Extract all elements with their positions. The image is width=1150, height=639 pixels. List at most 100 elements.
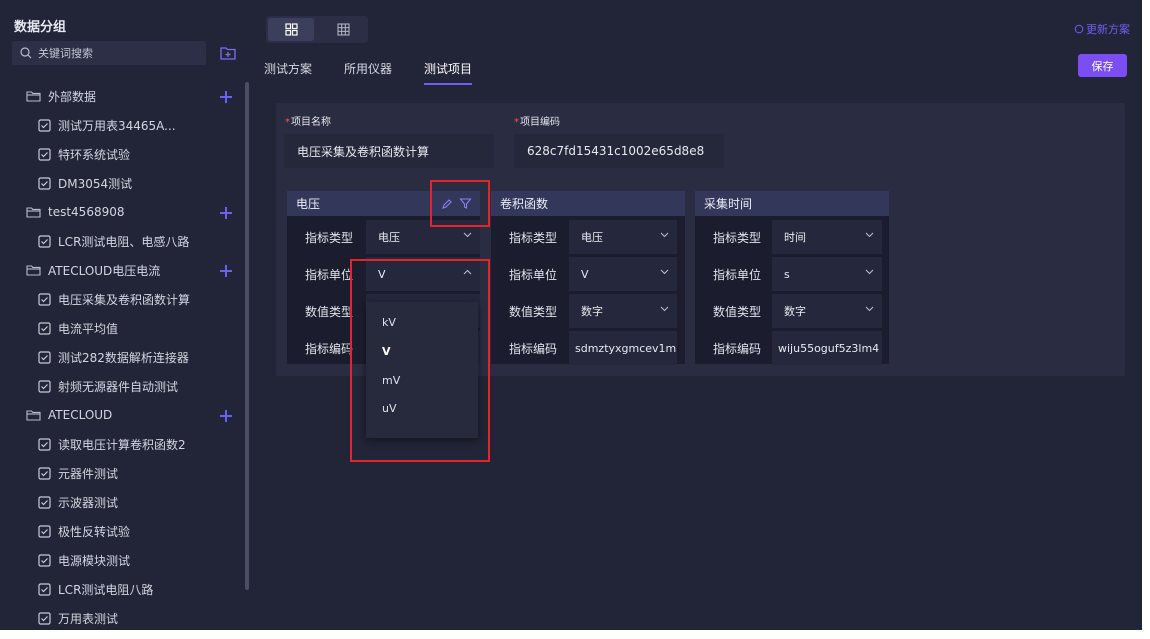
metric-card-time: 采集时间 指标类型 时间 指标单位 s 数值类型 数字 指标编码 wiju55o… (695, 191, 889, 365)
update-plan-link[interactable]: 更新方案 (1074, 21, 1130, 37)
tree-label: 电压采集及卷积函数计算 (58, 292, 191, 307)
window-bottom-edge (0, 630, 1142, 639)
sidebar-title: 数据分组 (14, 20, 67, 35)
tree-item[interactable]: 射频无源器件自动测试 (38, 375, 178, 397)
tree-item[interactable]: 元器件测试 (38, 462, 118, 484)
card-header: 卷积函数 (491, 191, 685, 216)
project-code-label: *项目编码 (514, 117, 560, 128)
tree-item[interactable]: 示波器测试 (38, 491, 118, 513)
tree-item[interactable]: DM3054测试 (38, 172, 132, 194)
metric-code-field[interactable]: sdmztyxgmcev1m (569, 331, 677, 365)
tree-item[interactable]: 电源模块测试 (38, 549, 130, 571)
checklist-icon (38, 553, 51, 567)
tab-test-items[interactable]: 测试项目 (424, 60, 473, 85)
tab-label: 测试项目 (424, 62, 473, 76)
search-box[interactable] (12, 41, 206, 65)
row-label: 数值类型 (713, 305, 762, 319)
row-label: 指标单位 (713, 268, 762, 282)
card-title: 采集时间 (704, 197, 753, 211)
add-item-icon[interactable] (219, 263, 233, 277)
filter-icon[interactable] (459, 197, 472, 210)
add-item-icon[interactable] (219, 408, 233, 422)
checklist-icon (38, 147, 51, 161)
dropdown-option-uv[interactable]: uV (382, 402, 397, 415)
folder-icon (26, 410, 41, 421)
tree-item[interactable]: 读取电压计算卷积函数2 (38, 433, 186, 455)
checklist-icon (38, 292, 51, 306)
chevron-down-icon (865, 232, 874, 238)
tree-item[interactable]: 电流平均值 (38, 317, 118, 339)
tree-folder[interactable]: 外部数据 (26, 85, 96, 107)
metric-code-field[interactable]: wiju55oguf5z3lm4 (772, 331, 882, 365)
chevron-down-icon (865, 306, 874, 312)
tree-item[interactable]: 测试万用表34465A... (38, 114, 176, 136)
tree-label: 电流平均值 (58, 321, 119, 336)
folder-icon (26, 207, 41, 218)
metric-type-select[interactable]: 电压 (569, 220, 677, 254)
metric-type-select[interactable]: 电压 (366, 220, 480, 254)
tree-item[interactable]: 极性反转试验 (38, 520, 130, 542)
tree-folder[interactable]: test4568908 (26, 201, 125, 223)
chevron-down-icon (463, 232, 472, 238)
project-name-label: *项目名称 (285, 117, 331, 128)
checklist-icon (38, 524, 51, 538)
card-header: 电压 (287, 191, 480, 216)
row-label: 指标编码 (305, 342, 354, 356)
metric-unit-select[interactable]: s (772, 257, 882, 291)
tree-folder[interactable]: ATECLOUD (26, 404, 112, 426)
tree-item[interactable]: 测试282数据解析连接器 (38, 346, 189, 368)
tree-item[interactable]: 特环系统试验 (38, 143, 130, 165)
checklist-icon (38, 321, 51, 335)
view-toggle (266, 16, 368, 43)
tree-item[interactable]: LCR测试电阻八路 (38, 578, 153, 600)
card-view-button[interactable] (268, 18, 314, 41)
tab-bar: 测试方案 所用仪器 测试项目 (264, 60, 504, 85)
unit-dropdown: kV V mV uV (366, 302, 478, 438)
dropdown-option-v[interactable]: V (382, 345, 391, 358)
dropdown-option-mv[interactable]: mV (382, 374, 400, 387)
tree-folder[interactable]: ATECLOUD电压电流 (26, 259, 160, 281)
card-row: 指标编码 wiju55oguf5z3lm4 (695, 331, 889, 365)
folder-icon (26, 265, 41, 276)
edit-icon[interactable] (441, 198, 453, 210)
tree-item[interactable]: 万用表测试 (38, 607, 118, 629)
tree-label: 射频无源器件自动测试 (58, 379, 179, 394)
refresh-icon (1074, 24, 1084, 34)
search-input[interactable] (38, 46, 188, 60)
checklist-icon (38, 466, 51, 480)
project-name-field[interactable]: 电压采集及卷积函数计算 (284, 134, 494, 168)
app-window: 数据分组 外部数据测试万用表34465A... 特环系统试验 DM3054测试 tes… (0, 0, 1142, 630)
add-item-icon[interactable] (219, 205, 233, 219)
tab-test-plan[interactable]: 测试方案 (264, 60, 312, 85)
add-item-icon[interactable] (219, 89, 233, 103)
card-row: 数值类型 数字 (491, 294, 685, 328)
tree-label: LCR测试电阻八路 (58, 582, 154, 597)
metric-type-select[interactable]: 时间 (772, 220, 882, 254)
metric-unit-select[interactable]: V (366, 257, 480, 291)
row-label: 指标类型 (305, 231, 354, 245)
tree-item[interactable]: LCR测试电阻、电感八路 (38, 230, 189, 252)
row-label: 指标编码 (509, 342, 558, 356)
tree-label: LCR测试电阻、电感八路 (58, 234, 190, 249)
tree-label: 测试万用表34465A... (58, 118, 176, 133)
dropdown-option-kv[interactable]: kV (382, 316, 396, 329)
save-button[interactable]: 保存 (1078, 54, 1127, 77)
sidebar-scrollbar[interactable] (245, 82, 249, 590)
card-row: 指标单位 V (287, 257, 480, 291)
add-folder-icon[interactable] (219, 44, 237, 62)
row-label: 指标编码 (713, 342, 762, 356)
tab-instruments[interactable]: 所用仪器 (344, 60, 392, 85)
card-header: 采集时间 (695, 191, 889, 216)
checklist-icon (38, 582, 51, 596)
tree-label: ATECLOUD电压电流 (48, 263, 161, 278)
card-row: 指标类型 电压 (287, 220, 480, 254)
tree-item[interactable]: 电压采集及卷积函数计算 (38, 288, 190, 310)
metric-unit-select[interactable]: V (569, 257, 677, 291)
card-row: 指标单位 s (695, 257, 889, 291)
chevron-down-icon (865, 269, 874, 275)
project-code-field[interactable]: 628c7fd15431c1002e65d8e8 (514, 134, 724, 168)
value-type-select[interactable]: 数字 (772, 294, 882, 328)
table-view-button[interactable] (320, 18, 366, 41)
value-type-select[interactable]: 数字 (569, 294, 677, 328)
row-label: 指标单位 (305, 268, 354, 282)
